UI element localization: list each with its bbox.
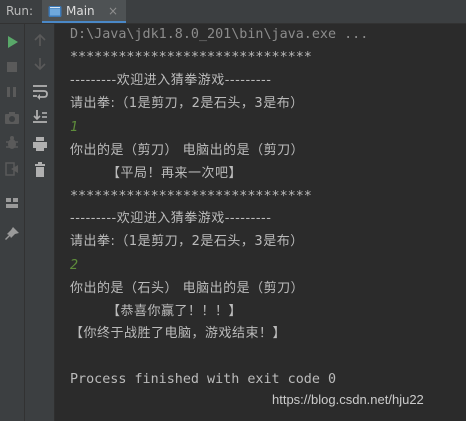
pause-icon[interactable] xyxy=(2,82,22,102)
print-icon[interactable] xyxy=(30,134,50,154)
console-line: ****************************** xyxy=(70,189,312,204)
tab-label: Main xyxy=(66,4,95,18)
console-line: 你出的是（石头） 电脑出的是（剪刀） xyxy=(70,281,305,296)
console-user-input: 2 xyxy=(70,258,79,273)
console-exit-line: Process finished with exit code 0 xyxy=(70,372,337,387)
camera-icon[interactable] xyxy=(2,108,22,128)
console-actions-toolbar xyxy=(25,24,55,421)
run-label: Run: xyxy=(6,4,34,18)
console-line: 【你终于战胜了电脑，游戏结束！】 xyxy=(70,326,287,341)
app-icon xyxy=(48,4,62,18)
console-line: 【平局！再来一次吧】 xyxy=(70,166,243,181)
console-line: 【恭喜你赢了！！！】 xyxy=(70,304,243,319)
console-line: ---------欢迎进入猜拳游戏--------- xyxy=(70,73,272,88)
arrow-down-icon[interactable] xyxy=(30,54,50,74)
debug-icon[interactable] xyxy=(2,133,22,153)
arrow-up-icon[interactable] xyxy=(30,30,50,50)
tab-main[interactable]: Main × xyxy=(42,0,126,23)
pin-icon[interactable] xyxy=(2,224,22,244)
run-actions-toolbar xyxy=(0,24,25,421)
run-tool-window-header: Run: Main × xyxy=(0,0,466,24)
console-line: 请出拳:（1是剪刀，2是石头，3是布） xyxy=(70,96,304,111)
scroll-to-end-icon[interactable] xyxy=(30,107,50,127)
console-user-input: 1 xyxy=(70,120,79,135)
console-command-line: D:\Java\jdk1.8.0_201\bin\java.exe ... xyxy=(70,27,369,42)
console-line: 请出拳:（1是剪刀，2是石头，3是布） xyxy=(70,234,304,249)
soft-wrap-icon[interactable] xyxy=(30,81,50,101)
exit-icon[interactable] xyxy=(2,159,22,179)
stop-icon[interactable] xyxy=(2,57,22,77)
console-line: ****************************** xyxy=(70,50,312,65)
close-icon[interactable]: × xyxy=(108,4,118,18)
console-line: ---------欢迎进入猜拳游戏--------- xyxy=(70,211,272,226)
console-output[interactable]: D:\Java\jdk1.8.0_201\bin\java.exe ... **… xyxy=(56,24,466,421)
console-line: 你出的是（剪刀） 电脑出的是（剪刀） xyxy=(70,143,305,158)
trash-icon[interactable] xyxy=(30,160,50,180)
rerun-icon[interactable] xyxy=(2,32,22,52)
layout-icon[interactable] xyxy=(2,193,22,213)
watermark: https://blog.csdn.net/hju22 xyxy=(272,392,424,407)
